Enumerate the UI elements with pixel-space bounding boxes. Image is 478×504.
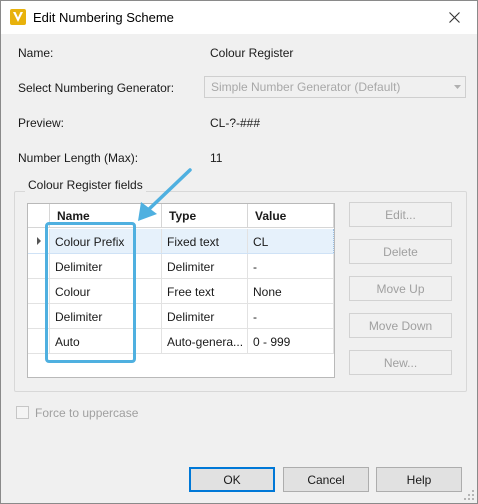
current-row-arrow-icon (37, 237, 41, 245)
numbering-generator-select[interactable]: Simple Number Generator (Default) (204, 76, 466, 98)
help-button[interactable]: Help (376, 467, 462, 492)
column-header-name[interactable]: Name (50, 204, 162, 228)
edit-numbering-scheme-dialog: Edit Numbering Scheme Name: Colour Regis… (0, 0, 478, 504)
move-down-button[interactable]: Move Down (349, 313, 452, 338)
table-row[interactable]: Auto Auto-genera... 0 - 999 (28, 329, 334, 354)
force-uppercase-checkbox[interactable] (16, 406, 29, 419)
table-row[interactable]: Delimiter Delimiter - (28, 304, 334, 329)
name-value: Colour Register (210, 46, 294, 60)
cell-type[interactable]: Auto-genera... (162, 329, 248, 353)
window-title: Edit Numbering Scheme (33, 10, 174, 25)
cell-value[interactable]: 0 - 999 (248, 329, 334, 353)
force-uppercase-label: Force to uppercase (35, 406, 139, 420)
table-row[interactable]: Delimiter Delimiter - (28, 254, 334, 279)
row-indicator (28, 229, 50, 253)
cell-type[interactable]: Delimiter (162, 254, 248, 278)
length-label: Number Length (Max): (18, 151, 139, 165)
cell-name[interactable]: Auto (50, 329, 162, 353)
row-indicator (28, 254, 50, 278)
v-app-icon (10, 9, 26, 25)
fields-grid[interactable]: Name Type Value Colour Prefix Fixed text… (27, 203, 335, 378)
row-indicator (28, 304, 50, 328)
delete-button[interactable]: Delete (349, 239, 452, 264)
table-row[interactable]: Colour Free text None (28, 279, 334, 304)
preview-label: Preview: (18, 116, 65, 130)
cell-name[interactable]: Colour Prefix (50, 229, 162, 253)
move-up-button[interactable]: Move Up (349, 276, 452, 301)
generator-selected-value: Simple Number Generator (Default) (211, 80, 401, 94)
cell-value[interactable]: - (248, 254, 334, 278)
table-row[interactable]: Colour Prefix Fixed text CL (28, 229, 334, 254)
close-icon (448, 11, 460, 23)
cell-type[interactable]: Fixed text (162, 229, 248, 253)
ok-button[interactable]: OK (189, 467, 275, 492)
cell-value[interactable]: - (248, 304, 334, 328)
row-indicator (28, 279, 50, 303)
new-button[interactable]: New... (349, 350, 452, 375)
cell-value[interactable]: None (248, 279, 334, 303)
column-header-value[interactable]: Value (248, 204, 334, 228)
cell-value[interactable]: CL (248, 229, 334, 253)
chevron-down-icon (454, 85, 461, 89)
close-button[interactable] (431, 1, 477, 33)
cancel-button[interactable]: Cancel (283, 467, 369, 492)
generator-label: Select Numbering Generator: (18, 81, 175, 95)
cell-type[interactable]: Delimiter (162, 304, 248, 328)
row-indicator (28, 329, 50, 353)
column-header-type[interactable]: Type (162, 204, 248, 228)
cell-name[interactable]: Delimiter (50, 254, 162, 278)
grid-header-indicator (28, 204, 50, 228)
preview-value: CL-?-### (210, 116, 261, 130)
name-label: Name: (18, 46, 54, 60)
edit-button[interactable]: Edit... (349, 202, 452, 227)
grid-header: Name Type Value (28, 204, 334, 228)
title-bar[interactable]: Edit Numbering Scheme (1, 1, 477, 34)
cell-name[interactable]: Colour (50, 279, 162, 303)
length-value: 11 (210, 151, 223, 165)
resize-grip-icon[interactable] (464, 490, 474, 500)
cell-name[interactable]: Delimiter (50, 304, 162, 328)
fields-group-legend: Colour Register fields (25, 178, 146, 192)
cell-type[interactable]: Free text (162, 279, 248, 303)
